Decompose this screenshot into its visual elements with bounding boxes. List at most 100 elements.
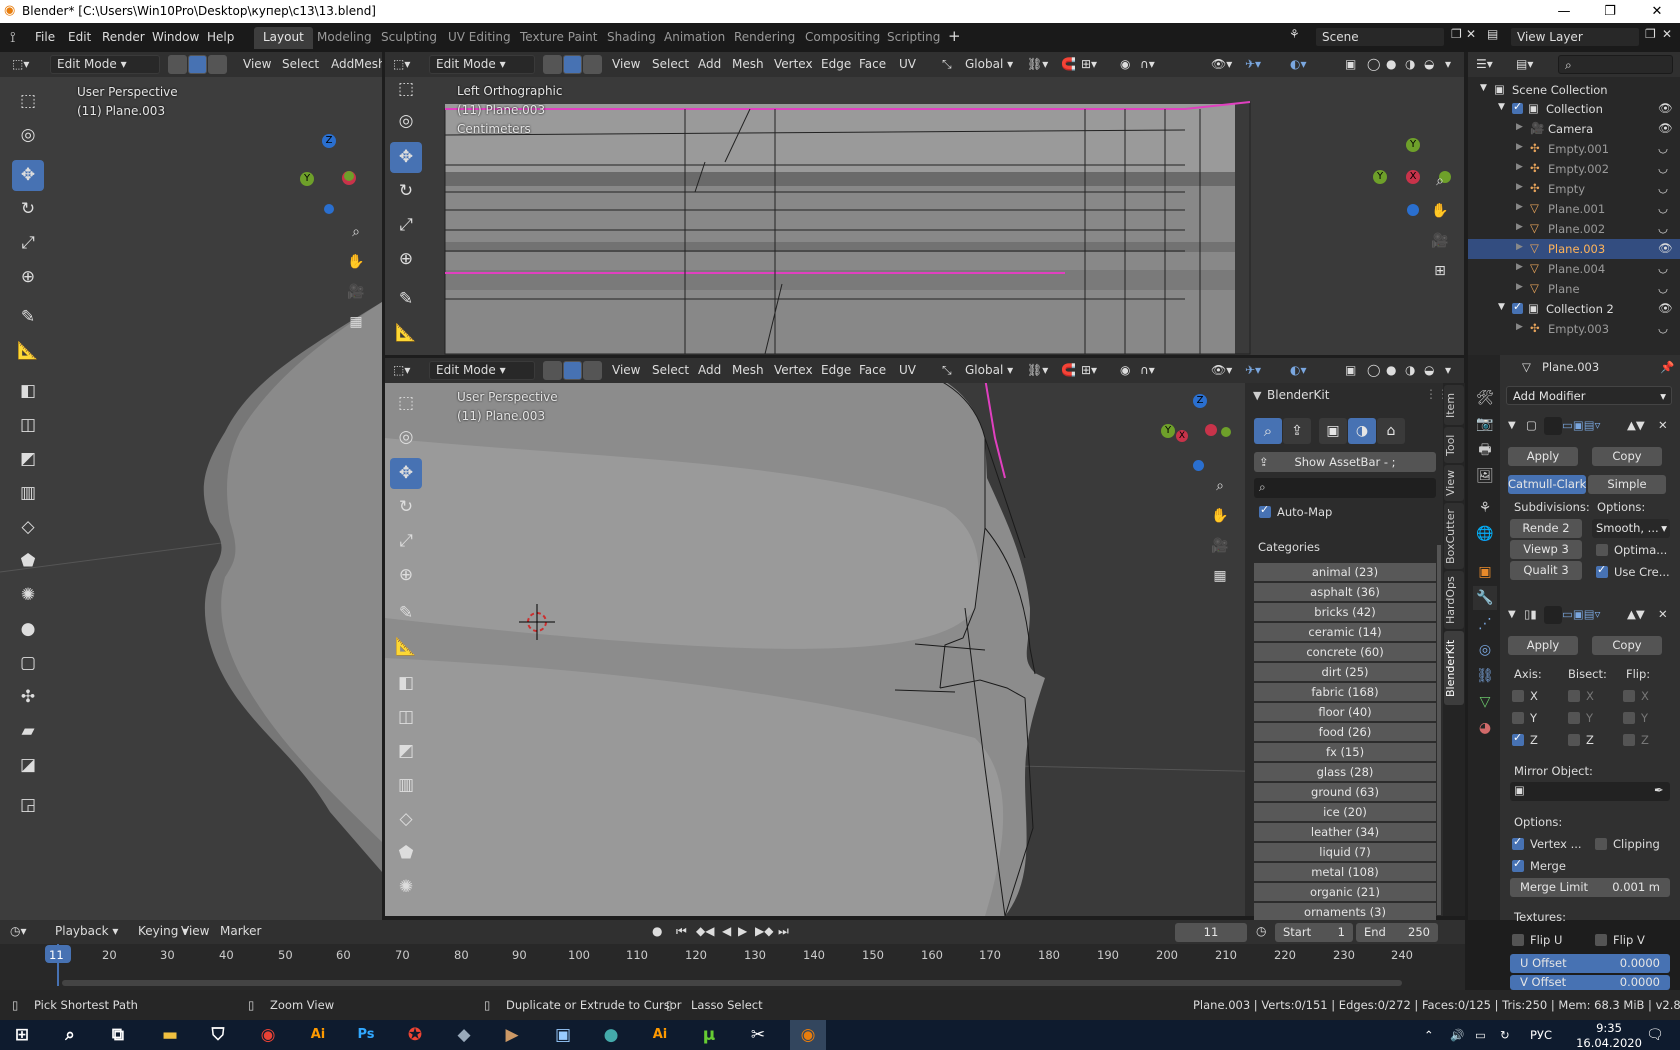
outliner-row[interactable]: ▼ ▣ Scene Collection — [1468, 80, 1680, 100]
expand-arrow-icon[interactable]: ▼ — [1498, 102, 1505, 112]
outliner-row[interactable]: ▶ ✣ Empty.001 ◡ — [1468, 139, 1680, 159]
clock-date[interactable]: 16.04.2020 — [1574, 1036, 1644, 1050]
end-frame-field[interactable]: End 250 — [1356, 923, 1438, 942]
display-mode-icon[interactable]: ▤▾ — [1516, 57, 1533, 71]
u-offset-field[interactable]: U Offset 0.0000 — [1510, 954, 1670, 973]
tool-properties-icon[interactable]: 🛠 — [1473, 386, 1497, 410]
solid-shading-icon[interactable]: ● — [1386, 363, 1396, 377]
view-layer-icon[interactable]: ▤ — [1487, 27, 1498, 41]
scale-tool[interactable]: ⤢ — [390, 526, 422, 557]
collection-checkbox[interactable] — [1512, 100, 1523, 114]
outliner-row[interactable]: ▶ ✣ Empty.002 ◡ — [1468, 159, 1680, 179]
axis-y-checkbox[interactable] — [1512, 712, 1524, 724]
measure-tool[interactable]: 📐 — [390, 318, 422, 349]
category-item[interactable]: organic (21) — [1254, 883, 1436, 901]
category-item[interactable]: bricks (42) — [1254, 603, 1436, 621]
rendered-shading-icon[interactable]: ◒ — [1424, 363, 1434, 377]
maximize-icon[interactable]: ❐ — [1587, 0, 1633, 23]
rip-tool[interactable]: ◪ — [12, 750, 44, 781]
render-levels-field[interactable]: Rende 2 — [1510, 519, 1582, 538]
vertex-select-button[interactable] — [543, 55, 562, 74]
minimize-icon[interactable]: — — [1541, 0, 1587, 23]
menu-vertex[interactable]: Vertex — [774, 363, 813, 377]
menu-mesh[interactable]: Mesh — [732, 363, 764, 377]
rotate-tool[interactable]: ↻ — [12, 194, 44, 225]
network-icon[interactable]: ▭ — [1475, 1028, 1486, 1042]
cursor-tool[interactable]: ◎ — [12, 120, 44, 151]
bevel-tool[interactable]: ◩ — [12, 444, 44, 475]
snap-target-icon[interactable]: ⊞▾ — [1081, 363, 1097, 377]
tab-rendering[interactable]: Rendering — [725, 27, 804, 49]
media-icon[interactable]: ▶ — [494, 1020, 530, 1050]
edge-select-button[interactable] — [563, 361, 582, 380]
menu-mesh[interactable]: Mesh — [732, 57, 764, 71]
scene-properties-icon[interactable]: ⚘ — [1473, 496, 1497, 520]
render-properties-icon[interactable]: 📷 — [1473, 412, 1497, 436]
shrink-fatten-tool[interactable]: ✣ — [12, 682, 44, 713]
material-properties-icon[interactable]: ◕ — [1473, 716, 1497, 740]
smooth-tool[interactable]: ● — [12, 614, 44, 645]
grid-view-icon[interactable]: ⊞ — [1428, 259, 1452, 283]
orientation-dropdown[interactable]: Global ▾ — [965, 363, 1013, 377]
gizmo-neg-y[interactable] — [1221, 427, 1231, 437]
jump-start-icon[interactable]: ⏮ — [676, 924, 687, 939]
subsurf-apply-button[interactable]: Apply — [1508, 447, 1578, 466]
quality-field[interactable]: Qualit 3 — [1510, 561, 1582, 580]
start-frame-field[interactable]: Start 1 — [1275, 923, 1353, 942]
store-icon[interactable]: ⛉ — [200, 1020, 236, 1050]
tab-boxcutter[interactable]: BoxCutter — [1444, 503, 1464, 569]
tray-arrow-icon[interactable]: ⌃ — [1424, 1028, 1434, 1042]
task-view-icon[interactable]: ⧉ — [100, 1020, 136, 1050]
delete-view-layer-icon[interactable]: ✕ — [1662, 27, 1672, 41]
outliner-row[interactable]: ▶ 🎥 Camera 👁 — [1468, 119, 1680, 139]
loop-cut-tool[interactable]: ▥ — [12, 478, 44, 509]
select-box-tool[interactable]: ⬚ — [390, 388, 422, 419]
loop-cut-tool[interactable]: ▥ — [390, 770, 422, 801]
expand-arrow-icon[interactable]: ▶ — [1516, 202, 1523, 212]
camera-view-icon[interactable]: 🎥 — [344, 280, 368, 304]
spin-tool[interactable]: ✺ — [390, 872, 422, 903]
delete-scene-icon[interactable]: ✕ — [1466, 27, 1476, 41]
shading-options-icon[interactable]: ▾ — [1445, 363, 1451, 377]
auto-map-checkbox[interactable] — [1259, 503, 1271, 518]
menu-select[interactable]: Select — [652, 363, 689, 377]
pan-hand-icon[interactable]: ✋ — [344, 250, 368, 274]
gizmo-toggle-icon[interactable]: ✈▾ — [1245, 57, 1261, 71]
camera-view-icon[interactable]: 🎥 — [1208, 534, 1232, 558]
category-item[interactable]: floor (40) — [1254, 703, 1436, 721]
outliner-search-input[interactable]: ⌕ — [1558, 55, 1673, 74]
catmull-clark-button[interactable]: Catmull-Clark — [1508, 475, 1586, 494]
outliner-row[interactable]: ▼ ▣ Collection 👁 — [1468, 99, 1680, 119]
menu-uv[interactable]: UV — [899, 57, 916, 71]
proportional-edit-icon[interactable]: ◉ — [1120, 363, 1130, 377]
material-shading-icon[interactable]: ◑ — [1405, 363, 1415, 377]
outliner-row[interactable]: ▶ ✣ Empty.003 ◡ — [1468, 319, 1680, 339]
gizmo-neg-z[interactable] — [1407, 204, 1419, 216]
perspective-toggle-icon[interactable]: ▦ — [344, 310, 368, 334]
mirror-remove-icon[interactable]: ✕ — [1658, 607, 1668, 621]
mirror-object-field[interactable]: ▣ ✒ — [1510, 782, 1670, 801]
expand-arrow-icon[interactable]: ▶ — [1516, 162, 1523, 172]
outliner-row[interactable]: ▶ ▽ Plane ◡ — [1468, 279, 1680, 299]
flip-y-checkbox[interactable] — [1623, 712, 1635, 724]
category-item[interactable]: asphalt (36) — [1254, 583, 1436, 601]
falloff-icon[interactable]: ∩▾ — [1140, 363, 1155, 377]
chrome-icon[interactable]: ◉ — [250, 1020, 286, 1050]
visibility-eye-icon[interactable]: ◡ — [1658, 141, 1668, 155]
tab-animation[interactable]: Animation — [655, 27, 734, 49]
menu-view[interactable]: View — [243, 57, 271, 71]
tab-texture-paint[interactable]: Texture Paint — [511, 27, 606, 49]
subsurf-visibility-icons[interactable]: ▭▣▤▿ — [1562, 418, 1600, 432]
scene-selector[interactable]: Scene — [1315, 27, 1445, 47]
select-box-tool[interactable]: ⬚ — [12, 86, 44, 117]
annotate-tool[interactable]: ✎ — [390, 598, 422, 629]
overlay-toggle-icon[interactable]: ◐▾ — [1290, 57, 1307, 71]
axis-z-checkbox[interactable] — [1512, 731, 1524, 746]
view-layer-properties-icon[interactable]: 🖼 — [1473, 464, 1497, 488]
start-menu-icon[interactable]: ⊞ — [4, 1020, 40, 1050]
menu-playback[interactable]: Playback ▾ — [55, 924, 118, 938]
expand-arrow-icon[interactable]: ▶ — [1516, 282, 1523, 292]
edge-select-button[interactable] — [188, 55, 207, 74]
gizmo-y-axis[interactable]: Y — [300, 172, 314, 186]
perspective-toggle-icon[interactable]: ▦ — [1208, 564, 1232, 588]
